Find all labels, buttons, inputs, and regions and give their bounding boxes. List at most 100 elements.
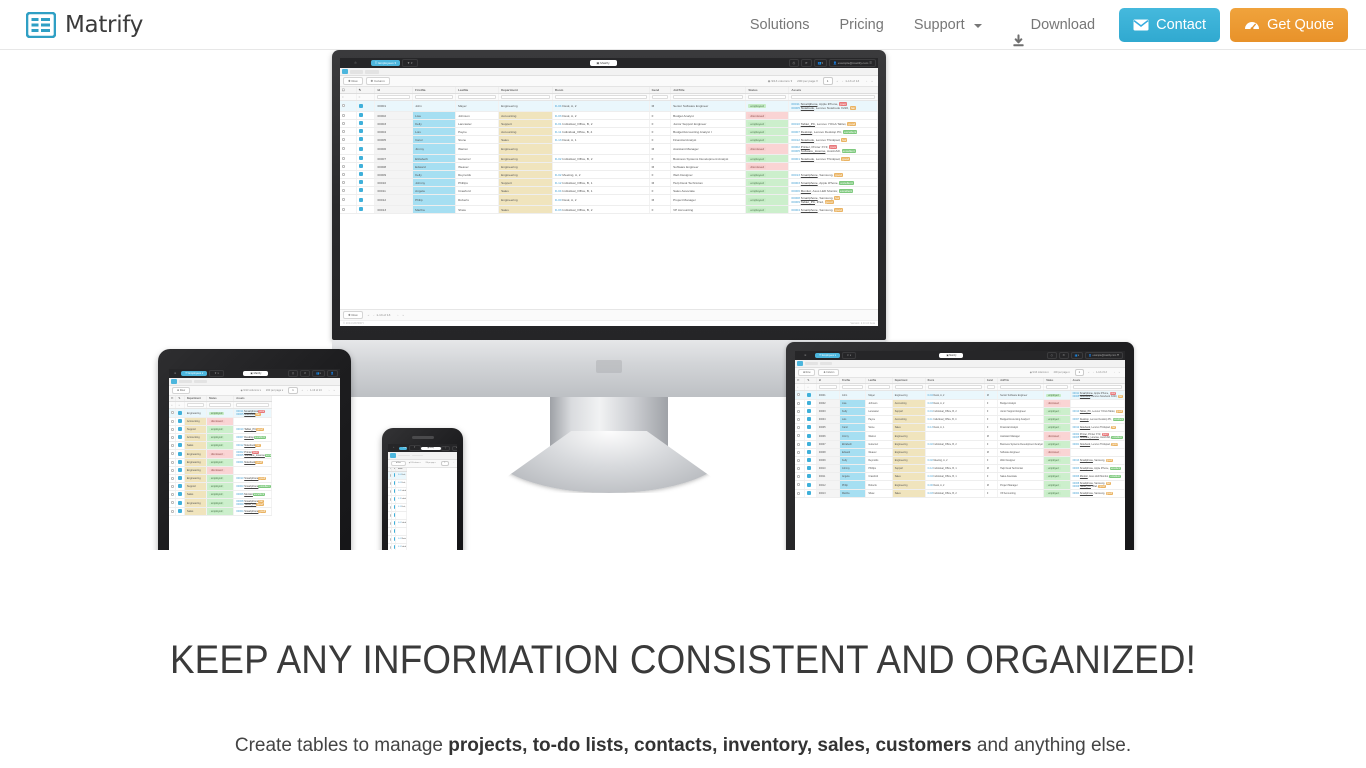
row-select-checkbox[interactable] (169, 466, 177, 475)
row-edit-button[interactable] (804, 415, 817, 424)
table-row[interactable]: 00006JimmyWarrenEngineeringMAssistant Ma… (169, 449, 340, 459)
table-row[interactable]: 00010JohnnyPhillipsSupportD-12 Individua… (388, 543, 457, 550)
home-icon[interactable]: ☉ (171, 372, 179, 375)
search-cell[interactable] (892, 383, 926, 391)
table-row[interactable]: 00002LisaJohnsonAccountingD-03 Desk, A, … (795, 399, 1125, 408)
row-edit-button[interactable] (175, 433, 185, 442)
row-edit-button[interactable] (356, 111, 376, 120)
breadcrumb-home-icon[interactable] (171, 379, 177, 384)
table-row[interactable]: 00013MarthaShawSalesD-03 Individual_Offi… (340, 205, 878, 214)
row-edit-button[interactable] (175, 458, 185, 467)
search-cell[interactable] (816, 383, 840, 391)
row-edit-button[interactable] (356, 205, 376, 214)
home-icon[interactable]: ☉ (390, 448, 397, 449)
per-page-selector[interactable]: 200 per page ▾ (1054, 371, 1070, 374)
home-icon[interactable]: ☉ (342, 61, 369, 65)
row-select-checkbox[interactable] (795, 440, 806, 449)
app-tab-employees[interactable]: ☷ Employees ▾ (815, 353, 840, 358)
per-page-selector[interactable]: 200 per page ▾ (426, 463, 436, 464)
row-edit-button[interactable] (175, 474, 185, 483)
row-edit-button[interactable] (356, 170, 376, 179)
table-row[interactable]: 00002LisaJohnsonAccountingD-03 Desk, A, … (169, 417, 340, 426)
search-cell[interactable] (745, 93, 790, 101)
row-edit-button[interactable] (175, 498, 185, 508)
row-select-checkbox[interactable] (795, 472, 806, 481)
table-row[interactable]: 00001JohnMayerEngineeringD-04 Desk, A, 2… (795, 390, 1125, 400)
table-row[interactable]: 00004LoisPayneAccountingD-11 Individual_… (169, 433, 340, 442)
row-select-checkbox[interactable] (169, 441, 177, 450)
search-cell[interactable] (233, 401, 272, 409)
table-row[interactable]: 00012PhilipRobertsEngineeringD-00 Desk, … (169, 498, 340, 508)
filter-icon[interactable]: ▼ ▾ (841, 352, 857, 359)
row-select-checkbox[interactable] (340, 170, 357, 179)
nav-item-download[interactable]: Download (997, 0, 1111, 50)
row-select-checkbox[interactable] (169, 458, 177, 467)
search-cell[interactable] (839, 383, 867, 391)
copy-icon[interactable]: ⎙ (287, 370, 299, 377)
breadcrumb-item-1[interactable] (179, 380, 192, 383)
row-edit-button[interactable] (356, 119, 376, 128)
row-edit-button[interactable] (356, 162, 376, 171)
table-row[interactable]: 00010JohnnyPhillipsSupportD-12 Individua… (340, 178, 878, 187)
row-select-checkbox[interactable] (795, 464, 806, 473)
nav-item-support[interactable]: Support (899, 0, 997, 50)
row-edit-button[interactable] (356, 186, 376, 195)
table-row[interactable]: 00011AngelaCrawfordSalesD-04 Individual_… (795, 472, 1125, 481)
table-row[interactable]: 00009KellyReynoldsEngineeringD-02 Meetin… (795, 456, 1125, 465)
row-edit-button[interactable] (175, 441, 185, 450)
row-select-checkbox[interactable] (795, 431, 806, 441)
row-select-checkbox[interactable] (795, 415, 806, 424)
row-select-checkbox[interactable] (795, 448, 806, 457)
copy-icon[interactable]: ⎙ (788, 59, 800, 67)
table-row[interactable]: 00003KellyLancasterSupportD-01 Individua… (795, 407, 1125, 416)
row-select-checkbox[interactable] (169, 408, 177, 418)
search-cell[interactable] (1070, 383, 1125, 391)
table-row[interactable]: 00002LisaJohnsonAccountingD-03 Desk, A, … (388, 479, 457, 488)
search-cell[interactable] (925, 383, 985, 391)
table-row[interactable]: 00013MarthaShawSalesD-03 Individual_Offi… (169, 507, 340, 516)
row-edit-button[interactable] (391, 543, 397, 550)
breadcrumb-item-1[interactable] (398, 455, 410, 456)
table-row[interactable]: 00004LoisPayneAccountingD-11 Individual_… (795, 415, 1125, 424)
table-row[interactable]: 00008EdwardWeaverEngineeringMSoftware En… (388, 527, 457, 536)
row-edit-button[interactable] (175, 490, 185, 499)
users-icon[interactable]: 👥▾ (813, 59, 828, 67)
footer-add-row-button[interactable]: ✚ Row (343, 311, 363, 319)
filter-icon[interactable]: ▼ ▾ (402, 59, 418, 67)
page-number-input[interactable]: 1 (822, 77, 833, 85)
users-icon[interactable]: 👥▾ (312, 370, 325, 377)
table-row[interactable]: 00005CarolStoneSalesD-13 Desk, A, 1FFina… (340, 135, 878, 144)
last-page-button[interactable]: » (332, 389, 337, 392)
columns-selector[interactable]: ◉ 9/13 columns ▾ (768, 79, 792, 83)
columns-selector[interactable]: ◉ 9/13 columns ▾ (240, 389, 260, 392)
row-select-checkbox[interactable] (795, 456, 806, 465)
table-row[interactable]: 00001JohnMayerEngineeringD-04 Desk, A, 2… (388, 471, 457, 480)
table-row[interactable]: 00001JohnMayerEngineeringD-04 Desk, A, 2… (340, 100, 878, 112)
search-cell[interactable] (865, 383, 893, 391)
row-select-checkbox[interactable] (340, 178, 357, 187)
table-row[interactable]: 00008EdwardWeaverEngineeringMSoftware En… (340, 162, 878, 171)
search-cell[interactable]: ≡ (356, 93, 376, 101)
search-cell[interactable] (984, 383, 999, 391)
row-edit-button[interactable] (804, 448, 817, 457)
account-menu[interactable]: 👤 (326, 370, 338, 377)
row-edit-button[interactable] (804, 399, 817, 408)
add-column-button[interactable]: ✚ Column (365, 77, 390, 85)
row-select-checkbox[interactable] (795, 480, 806, 490)
row-edit-button[interactable] (804, 423, 817, 432)
table-row[interactable]: 00005CarolStoneSalesD-13 Desk, A, 1FFina… (169, 441, 340, 450)
row-select-checkbox[interactable] (169, 425, 177, 434)
row-select-checkbox[interactable] (169, 474, 177, 483)
table-row[interactable]: 00011AngelaCrawfordSalesD-04 Individual_… (169, 490, 340, 499)
table-row[interactable]: 00007ElizabethGutierrezEngineeringD-02 I… (340, 154, 878, 163)
nav-item-solutions[interactable]: Solutions (735, 0, 825, 50)
search-cell[interactable] (374, 93, 414, 101)
row-select-checkbox[interactable] (340, 100, 357, 112)
search-cell[interactable] (412, 93, 457, 101)
breadcrumb-home-icon[interactable] (390, 453, 396, 458)
add-row-button[interactable]: ✚ Row (172, 387, 191, 394)
row-edit-button[interactable] (804, 390, 817, 400)
search-cell[interactable]: ≡ (795, 383, 806, 391)
filter-icon[interactable]: ▼ ▾ (209, 370, 224, 377)
row-select-checkbox[interactable] (169, 417, 177, 426)
